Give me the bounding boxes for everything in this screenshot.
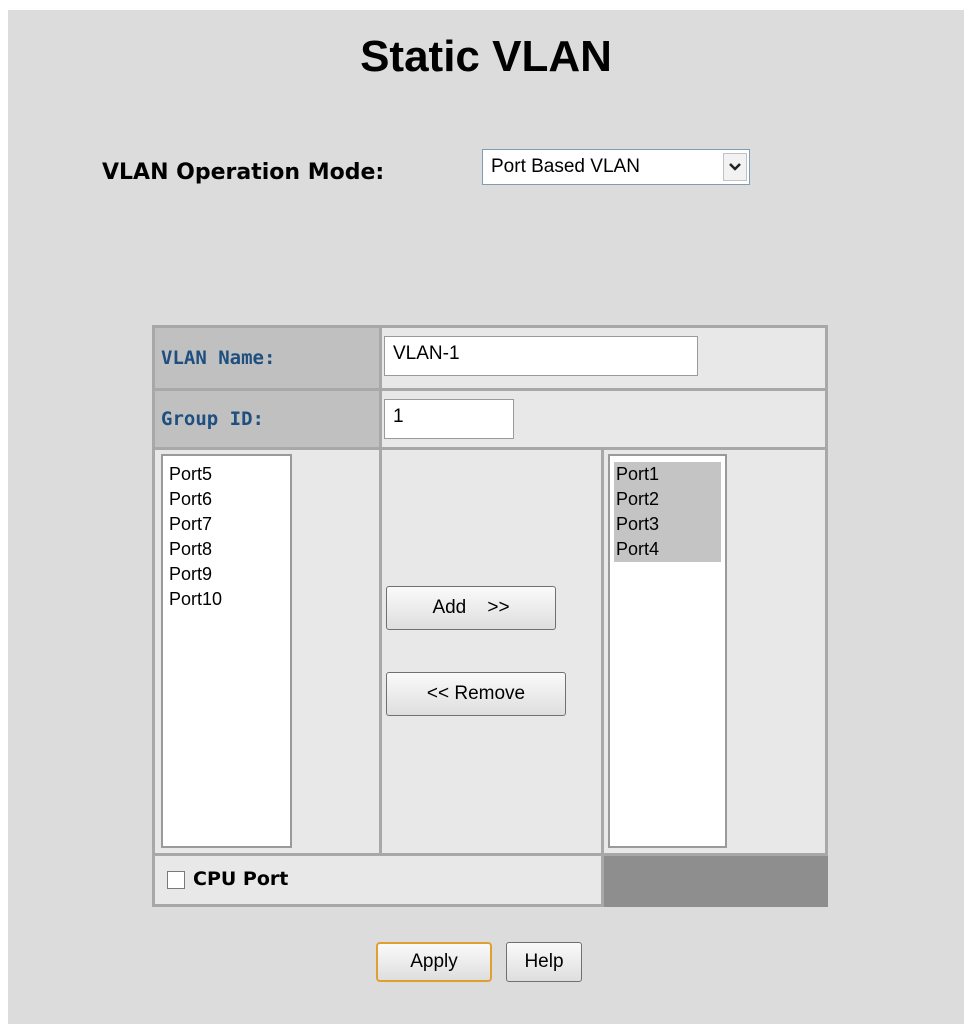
member-port-item[interactable]: Port2 (614, 487, 721, 512)
group-id-cell: 1 (382, 391, 825, 447)
cpu-port-label: CPU Port (193, 868, 289, 890)
group-id-label: Group ID: (155, 391, 379, 447)
available-ports-cell: Port5 Port6 Port7 Port8 Port9 Port10 (155, 450, 379, 853)
available-port-item[interactable]: Port7 (167, 512, 286, 537)
available-port-item[interactable]: Port10 (167, 587, 286, 612)
member-ports-cell: Port1 Port2 Port3 Port4 (604, 450, 825, 853)
member-port-item[interactable]: Port4 (614, 537, 721, 562)
vlan-name-cell: VLAN-1 (382, 328, 825, 388)
available-ports-listbox[interactable]: Port5 Port6 Port7 Port8 Port9 Port10 (161, 454, 292, 848)
chevron-down-icon[interactable] (723, 153, 747, 181)
vlan-mode-value: Port Based VLAN (491, 156, 640, 177)
member-ports-listbox[interactable]: Port1 Port2 Port3 Port4 (608, 454, 727, 848)
available-port-item[interactable]: Port8 (167, 537, 286, 562)
static-vlan-page: Static VLAN VLAN Operation Mode: Port Ba… (8, 10, 964, 1024)
apply-button[interactable]: Apply (376, 942, 492, 982)
available-port-item[interactable]: Port5 (167, 462, 286, 487)
help-button[interactable]: Help (506, 942, 582, 982)
cpu-port-empty-cell (604, 856, 828, 907)
vlan-mode-label: VLAN Operation Mode: (102, 160, 385, 185)
vlan-name-label: VLAN Name: (155, 328, 379, 388)
cpu-port-checkbox[interactable] (167, 871, 185, 889)
group-id-input[interactable]: 1 (384, 399, 514, 439)
remove-button[interactable]: << Remove (386, 672, 566, 716)
cpu-port-cell: CPU Port (155, 856, 601, 904)
member-port-item[interactable]: Port3 (614, 512, 721, 537)
member-port-item[interactable]: Port1 (614, 462, 721, 487)
page-title: Static VLAN (360, 32, 612, 81)
port-action-cell: Add >> << Remove (382, 450, 601, 853)
vlan-name-input[interactable]: VLAN-1 (384, 336, 698, 376)
add-button[interactable]: Add >> (386, 586, 556, 630)
available-port-item[interactable]: Port6 (167, 487, 286, 512)
vlan-config-table: VLAN Name: VLAN-1 Group ID: 1 Port5 Port6… (152, 325, 828, 907)
vlan-mode-select[interactable]: Port Based VLAN (482, 149, 750, 185)
available-port-item[interactable]: Port9 (167, 562, 286, 587)
